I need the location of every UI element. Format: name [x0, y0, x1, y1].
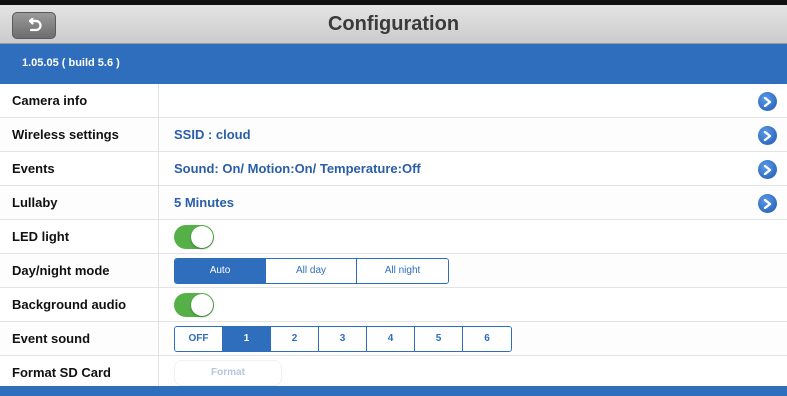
footer-bar: [0, 386, 787, 396]
row-value: SSID : cloud: [174, 127, 251, 142]
row-label: Events: [0, 152, 159, 185]
day-night-segmented-control: Auto All day All night: [174, 257, 449, 284]
row-value: 5 Minutes: [174, 195, 234, 210]
row-label: Lullaby: [0, 186, 159, 219]
page-title: Configuration: [327, 13, 460, 35]
event-sound-option-off[interactable]: OFF: [175, 326, 223, 351]
row-wireless-settings[interactable]: Wireless settings SSID : cloud: [0, 118, 787, 152]
row-label: LED light: [0, 220, 159, 253]
row-value: [160, 288, 787, 321]
row-value: Auto All day All night: [160, 254, 787, 287]
toggle-knob: [191, 293, 213, 316]
row-camera-info[interactable]: Camera info: [0, 84, 787, 118]
settings-list: Camera info Wireless settings SSID : clo…: [0, 84, 787, 390]
event-sound-option-2[interactable]: 2: [271, 326, 319, 351]
day-night-option-all-day[interactable]: All day: [266, 258, 357, 283]
chevron-right-icon[interactable]: [758, 126, 777, 145]
led-light-toggle[interactable]: [174, 224, 214, 249]
row-value: [160, 220, 787, 253]
title-bar: Configuration: [0, 0, 787, 44]
row-label: Day/night mode: [0, 254, 159, 287]
version-label: 1.05.05 ( build 5.6 ): [22, 57, 120, 69]
row-label: Format SD Card: [0, 356, 159, 389]
chevron-right-icon[interactable]: [758, 160, 777, 179]
row-lullaby[interactable]: Lullaby 5 Minutes: [0, 186, 787, 220]
row-led-light: LED light: [0, 220, 787, 254]
event-sound-option-5[interactable]: 5: [415, 326, 463, 351]
row-value: [160, 84, 787, 117]
chevron-right-icon[interactable]: [758, 92, 777, 111]
day-night-option-auto[interactable]: Auto: [175, 258, 266, 283]
event-sound-option-6[interactable]: 6: [463, 326, 511, 351]
toggle-knob: [191, 225, 213, 248]
row-events[interactable]: Events Sound: On/ Motion:On/ Temperature…: [0, 152, 787, 186]
row-day-night-mode: Day/night mode Auto All day All night: [0, 254, 787, 288]
chevron-right-icon[interactable]: [758, 194, 777, 213]
background-audio-toggle[interactable]: [174, 292, 214, 317]
row-value: OFF 1 2 3 4 5 6: [160, 322, 787, 355]
row-label: Wireless settings: [0, 118, 159, 151]
format-button[interactable]: Format: [174, 359, 282, 386]
version-bar: 1.05.05 ( build 5.6 ): [0, 44, 787, 84]
day-night-option-all-night[interactable]: All night: [357, 258, 448, 283]
event-sound-option-4[interactable]: 4: [367, 326, 415, 351]
row-label: Background audio: [0, 288, 159, 321]
event-sound-option-1[interactable]: 1: [223, 326, 271, 351]
row-value: Format: [160, 356, 787, 389]
event-sound-option-3[interactable]: 3: [319, 326, 367, 351]
row-value: Sound: On/ Motion:On/ Temperature:Off: [174, 161, 421, 176]
row-label: Camera info: [0, 84, 159, 117]
event-sound-segmented-control: OFF 1 2 3 4 5 6: [174, 325, 512, 352]
row-label: Event sound: [0, 322, 159, 355]
row-event-sound: Event sound OFF 1 2 3 4 5 6: [0, 322, 787, 356]
row-background-audio: Background audio: [0, 288, 787, 322]
row-format-sd-card: Format SD Card Format: [0, 356, 787, 390]
